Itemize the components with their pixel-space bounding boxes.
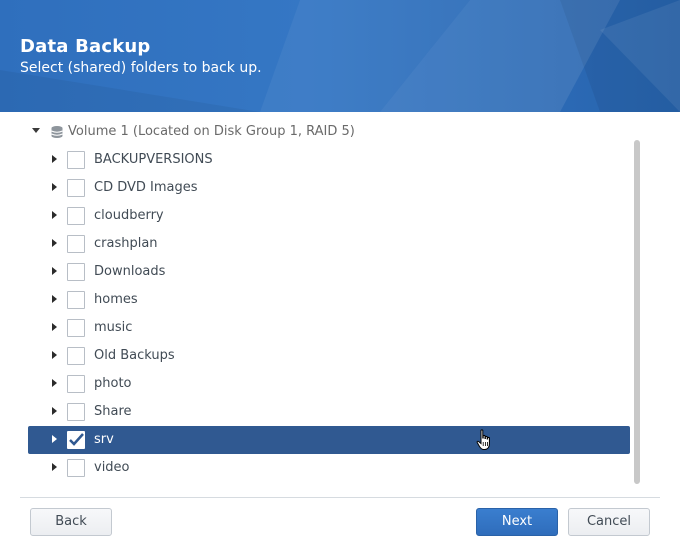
checkbox[interactable] — [67, 263, 85, 281]
checkbox[interactable] — [67, 319, 85, 337]
folder-label: BACKUPVERSIONS — [94, 152, 213, 167]
checkbox[interactable] — [67, 375, 85, 393]
checkbox[interactable] — [67, 347, 85, 365]
volume-label: Volume 1 (Located on Disk Group 1, RAID … — [68, 124, 355, 139]
volume-node[interactable]: Volume 1 (Located on Disk Group 1, RAID … — [20, 122, 620, 144]
page-subtitle: Select (shared) folders to back up. — [20, 60, 262, 76]
back-button[interactable]: Back — [30, 508, 112, 536]
footer-divider — [20, 497, 660, 498]
collapse-icon[interactable] — [32, 128, 40, 133]
checkbox[interactable] — [67, 179, 85, 197]
tree-row-music[interactable]: music — [28, 314, 630, 342]
folder-tree: Volume 1 (Located on Disk Group 1, RAID … — [20, 118, 640, 490]
folder-label: Downloads — [94, 264, 166, 279]
page-title: Data Backup — [20, 36, 151, 57]
folder-label: music — [94, 320, 133, 335]
expand-icon[interactable] — [52, 407, 57, 415]
expand-icon[interactable] — [52, 379, 57, 387]
checkbox[interactable] — [67, 207, 85, 225]
tree-row-srv[interactable]: srv — [28, 426, 630, 454]
tree-row-cd-dvd-images[interactable]: CD DVD Images — [28, 174, 630, 202]
folder-label: Share — [94, 404, 132, 419]
tree-row-homes[interactable]: homes — [28, 286, 630, 314]
tree-row-photo[interactable]: photo — [28, 370, 630, 398]
folder-label: crashplan — [94, 236, 158, 251]
checkbox[interactable] — [67, 235, 85, 253]
next-button[interactable]: Next — [476, 508, 558, 536]
header-banner: Data Backup Select (shared) folders to b… — [0, 0, 680, 112]
folder-label: photo — [94, 376, 132, 391]
expand-icon[interactable] — [52, 323, 57, 331]
tree-row-old-backups[interactable]: Old Backups — [28, 342, 630, 370]
folder-label: cloudberry — [94, 208, 164, 223]
tree-row-cloudberry[interactable]: cloudberry — [28, 202, 630, 230]
expand-icon[interactable] — [52, 351, 57, 359]
vertical-scrollbar[interactable] — [634, 140, 640, 484]
expand-icon[interactable] — [52, 239, 57, 247]
folder-label: CD DVD Images — [94, 180, 198, 195]
hand-pointer-icon — [476, 429, 490, 450]
checkbox[interactable] — [67, 459, 85, 477]
tree-row-downloads[interactable]: Downloads — [28, 258, 630, 286]
checkbox[interactable] — [67, 403, 85, 421]
expand-icon[interactable] — [52, 183, 57, 191]
folder-label: Old Backups — [94, 348, 175, 363]
expand-icon[interactable] — [52, 155, 57, 163]
folder-label: video — [94, 460, 130, 475]
folder-label: srv — [94, 432, 114, 447]
tree-row-video[interactable]: video — [28, 454, 630, 482]
expand-icon[interactable] — [52, 435, 57, 443]
tree-row-share[interactable]: Share — [28, 398, 630, 426]
expand-icon[interactable] — [52, 211, 57, 219]
checkbox-checked[interactable] — [67, 431, 85, 449]
expand-icon[interactable] — [52, 267, 57, 275]
checkbox[interactable] — [67, 291, 85, 309]
tree-row-crashplan[interactable]: crashplan — [28, 230, 630, 258]
database-icon — [51, 126, 63, 138]
expand-icon[interactable] — [52, 295, 57, 303]
tree-row-backupversions[interactable]: BACKUPVERSIONS — [28, 146, 630, 174]
folder-label: homes — [94, 292, 138, 307]
expand-icon[interactable] — [52, 463, 57, 471]
cancel-button[interactable]: Cancel — [568, 508, 650, 536]
checkbox[interactable] — [67, 151, 85, 169]
